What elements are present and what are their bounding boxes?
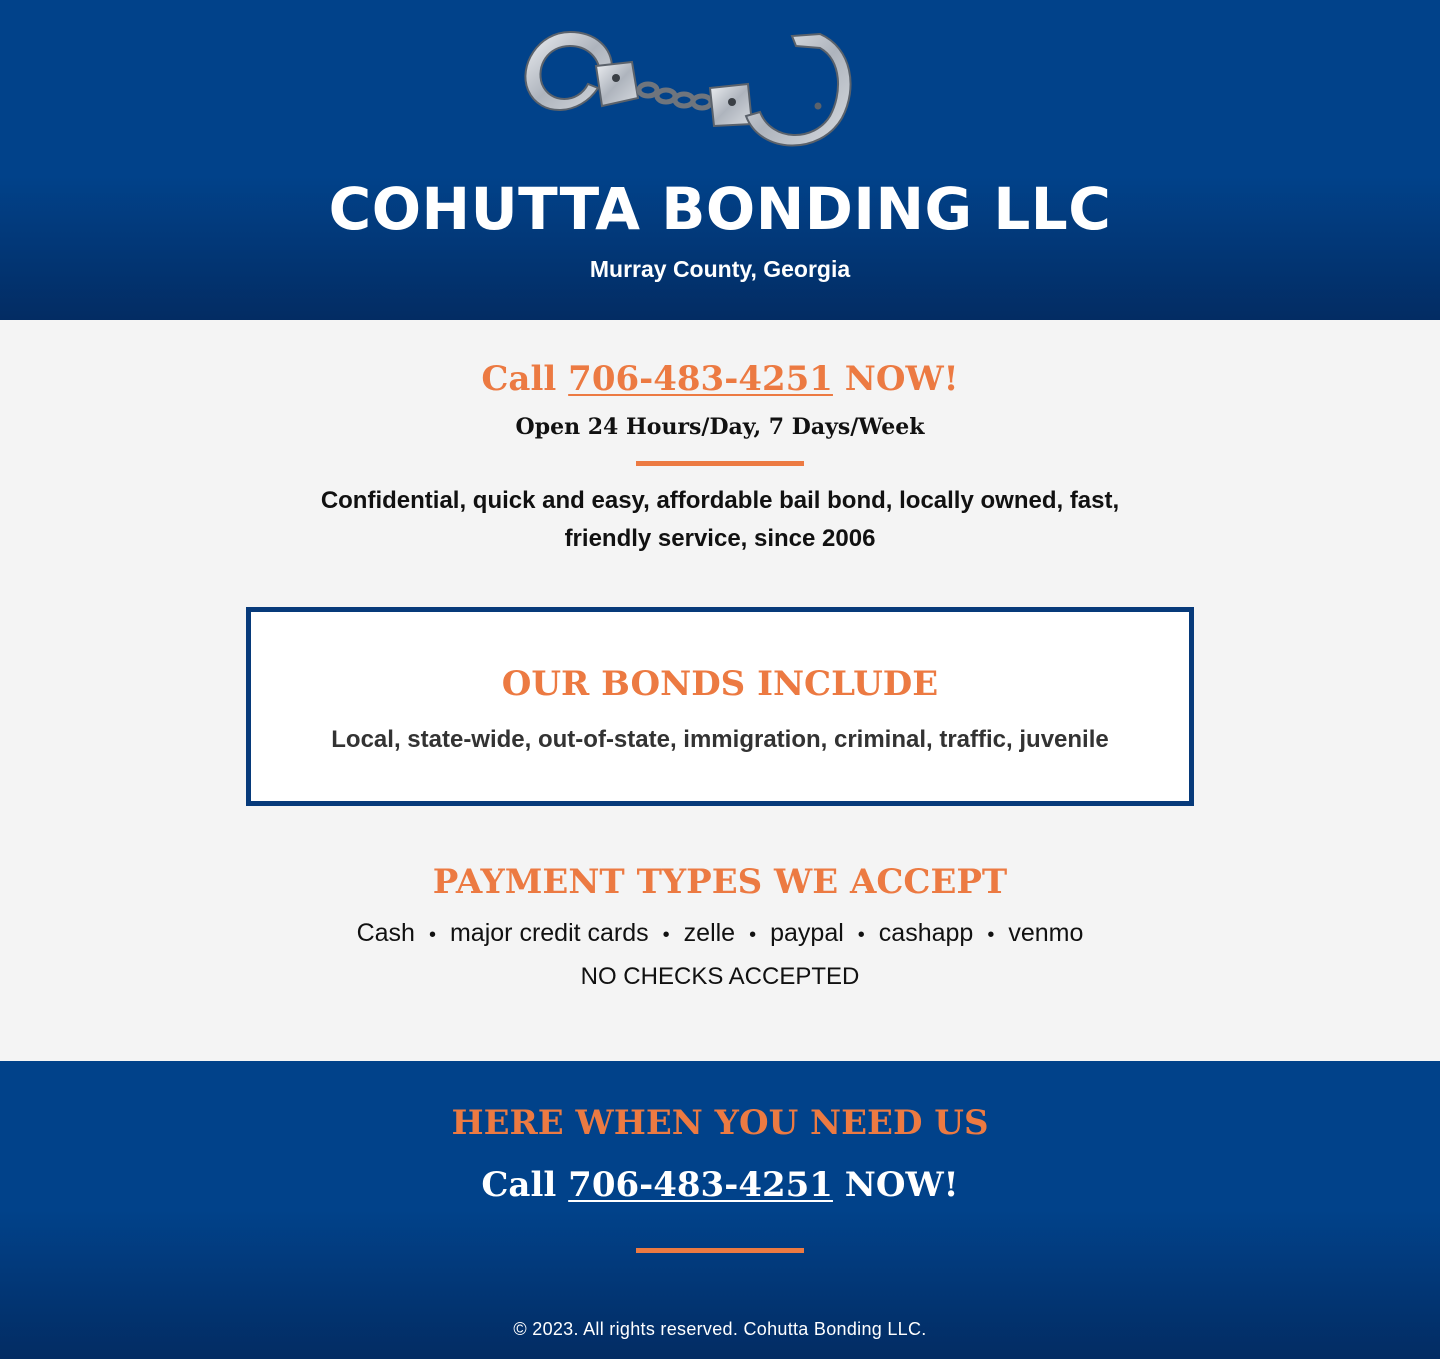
bullet-separator: • xyxy=(428,924,436,946)
footer-call-heading: Call 706-483-4251 NOW! xyxy=(0,1163,1440,1207)
site-location: Murray County, Georgia xyxy=(589,256,851,282)
site-header: COHUTTA BONDING LLC Murray County, Georg… xyxy=(0,0,1440,320)
bullet-separator: • xyxy=(987,924,995,946)
no-checks-note: NO CHECKS ACCEPTED xyxy=(580,963,860,990)
site-footer: HERE WHEN YOU NEED US Call 706-483-4251 … xyxy=(0,1061,1440,1359)
site-title: COHUTTA BONDING LLC xyxy=(328,175,1112,243)
payment-type: zelle xyxy=(683,919,736,947)
payment-type: venmo xyxy=(1008,919,1084,947)
call-suffix: NOW! xyxy=(844,1165,959,1205)
bullet-separator: • xyxy=(662,924,670,946)
handcuffs-icon xyxy=(524,30,852,147)
payment-type: cashapp xyxy=(878,919,974,947)
main-content: Call 706-483-4251 NOW! Open 24 Hours/Day… xyxy=(0,320,1440,1061)
copyright: © 2023. All rights reserved. Cohutta Bon… xyxy=(513,1319,927,1339)
divider xyxy=(636,1248,804,1253)
call-suffix: NOW! xyxy=(844,359,959,399)
call-prefix: Call xyxy=(481,1165,557,1205)
business-hours: Open 24 Hours/Day, 7 Days/Week xyxy=(515,414,925,440)
phone-link[interactable]: 706-483-4251 xyxy=(568,359,833,399)
tagline: Confidential, quick and easy, affordable… xyxy=(320,487,1120,552)
payment-types: Cash • major credit cards • zelle • paypal • cas… xyxy=(0,916,1440,952)
payment-type: Cash xyxy=(356,919,415,947)
payment-type: major credit cards xyxy=(449,919,649,947)
divider xyxy=(636,461,804,466)
footer-title: HERE WHEN YOU NEED US xyxy=(451,1103,989,1143)
call-now-heading: Call 706-483-4251 NOW! xyxy=(0,357,1440,401)
bullet-separator: • xyxy=(857,924,865,946)
footer-phone-link[interactable]: 706-483-4251 xyxy=(568,1165,833,1205)
bonds-title: OUR BONDS INCLUDE xyxy=(501,664,939,704)
bonds-list: Local, state-wide, out-of-state, immigra… xyxy=(331,726,1109,753)
bonds-box: OUR BONDS INCLUDE Local, state-wide, out… xyxy=(246,607,1194,806)
call-prefix: Call xyxy=(481,359,557,399)
bullet-separator: • xyxy=(749,924,757,946)
payment-type: paypal xyxy=(770,919,844,947)
payments-title: PAYMENT TYPES WE ACCEPT xyxy=(432,862,1008,902)
